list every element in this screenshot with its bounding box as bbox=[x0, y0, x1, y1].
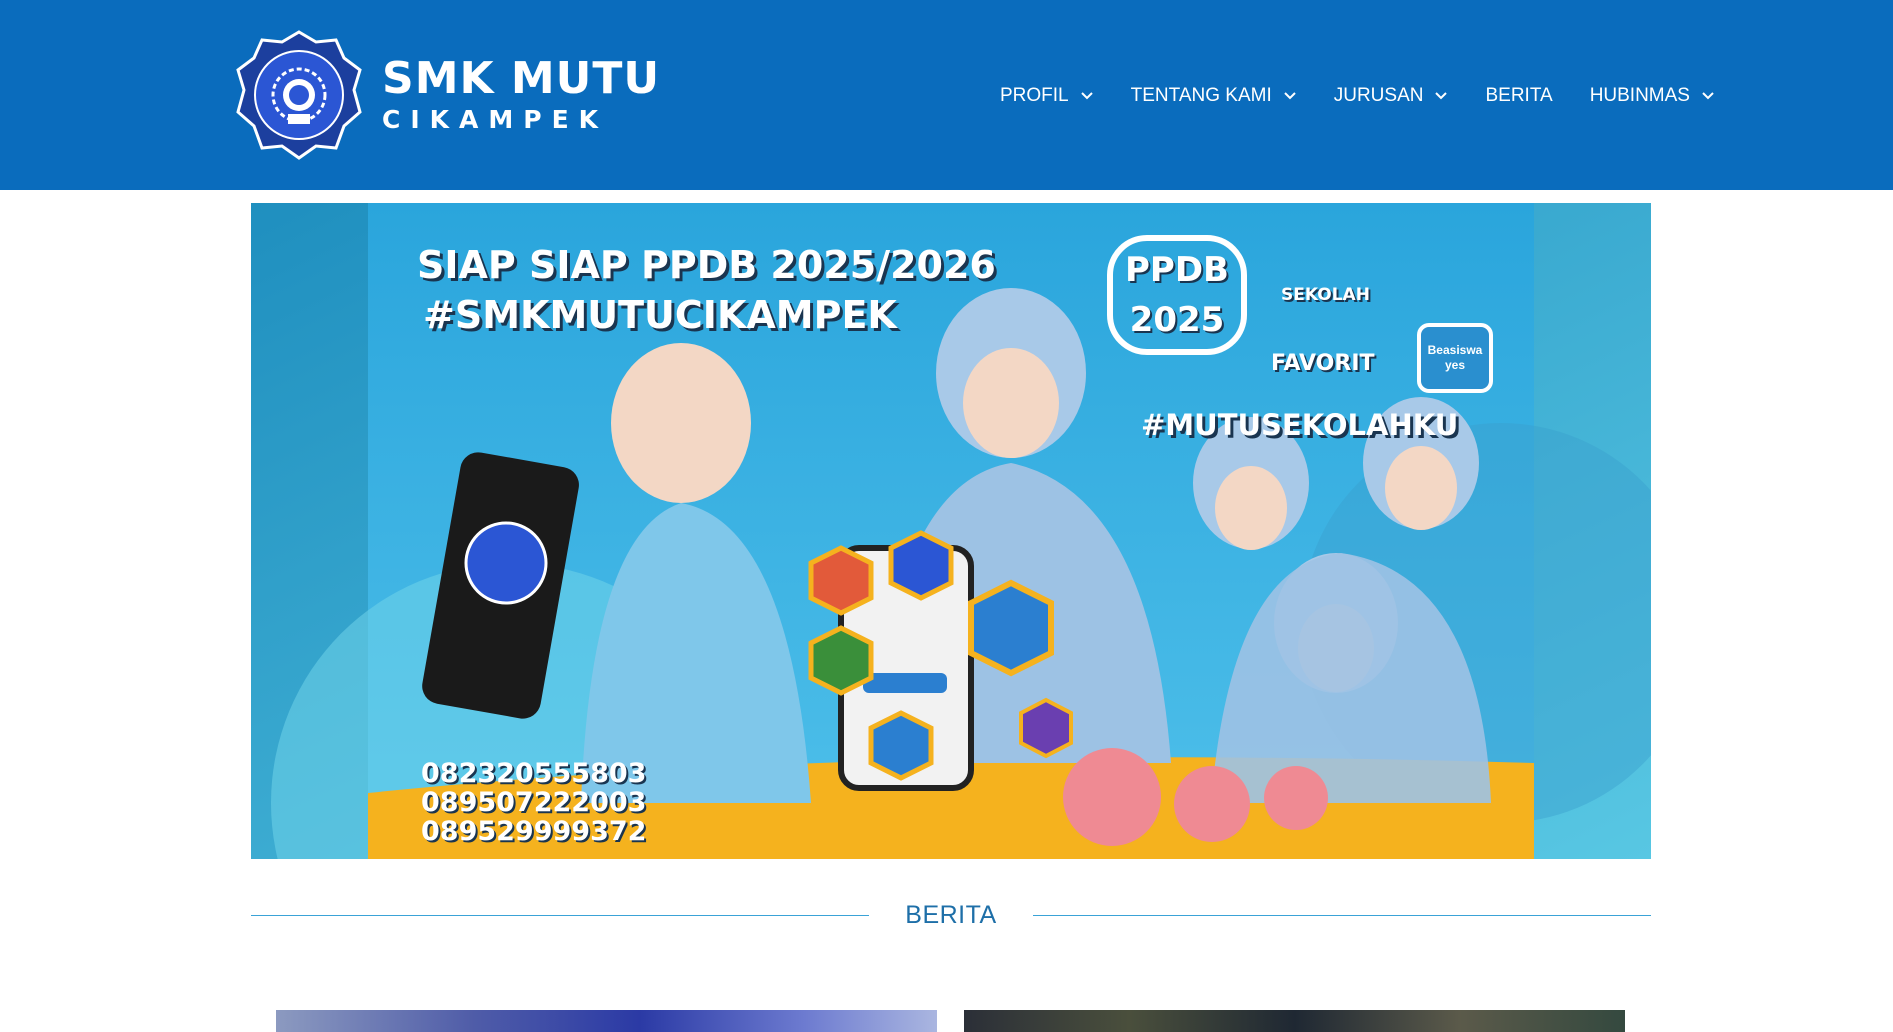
chevron-down-icon bbox=[1080, 92, 1093, 100]
news-thumbnail[interactable] bbox=[964, 1010, 1625, 1032]
main-nav: PROFIL TENTANG KAMI JURUSAN BERITA HUBIN… bbox=[1000, 80, 1715, 112]
chevron-down-icon bbox=[1284, 92, 1296, 100]
slider-dot-1[interactable] bbox=[1063, 748, 1161, 846]
beasiswa-gift-badge: Beasiswa yes bbox=[1417, 323, 1493, 393]
nav-label: PROFIL bbox=[1000, 85, 1069, 106]
news-thumbnail[interactable] bbox=[276, 1010, 937, 1032]
favorit-label: FAVORIT bbox=[1271, 351, 1375, 376]
banner-headline: SIAP SIAP PPDB 2025/2026 bbox=[417, 243, 996, 287]
nav-item-tentang-kami[interactable]: TENTANG KAMI bbox=[1131, 80, 1297, 112]
slider-dot-3[interactable] bbox=[1264, 766, 1328, 830]
chevron-down-icon bbox=[1435, 92, 1448, 100]
hero-slider[interactable]: SIAP SIAP PPDB 2025/2026 #SMKMUTUCIKAMPE… bbox=[251, 203, 1651, 859]
site-logo[interactable]: SMK MUTU CIKAMPEK bbox=[236, 30, 660, 160]
sekolah-label: SEKOLAH bbox=[1281, 285, 1370, 305]
nav-label: HUBINMAS bbox=[1589, 85, 1690, 106]
nav-label: BERITA bbox=[1485, 85, 1553, 106]
phone-number: 089507222003 bbox=[421, 787, 647, 818]
banner-hashtag-secondary: #MUTUSEKOLAHKU bbox=[1141, 408, 1459, 442]
nav-item-berita[interactable]: BERITA bbox=[1485, 80, 1552, 112]
brand-name: SMK MUTU bbox=[382, 53, 661, 104]
divider-left bbox=[251, 914, 870, 916]
berita-section-heading: BERITA bbox=[251, 895, 1652, 935]
nav-item-profil[interactable]: PROFIL bbox=[1000, 80, 1094, 112]
banner-hashtag: #SMKMUTUCIKAMPEK bbox=[423, 293, 897, 337]
phone-number: 082320555803 bbox=[421, 758, 647, 789]
school-emblem-icon bbox=[236, 30, 362, 160]
site-header: SMK MUTU CIKAMPEK PROFIL TENTANG KAMI JU… bbox=[0, 0, 1893, 190]
nav-item-jurusan[interactable]: JURUSAN bbox=[1334, 80, 1449, 112]
slider-dot-2[interactable] bbox=[1174, 766, 1250, 842]
divider-right bbox=[1032, 914, 1652, 916]
chevron-down-icon bbox=[1702, 92, 1714, 100]
brand-location: CIKAMPEK bbox=[382, 105, 609, 134]
nav-item-hubinmas[interactable]: HUBINMAS bbox=[1590, 80, 1715, 112]
phone-number: 089529999372 bbox=[421, 816, 647, 847]
nav-label: TENTANG KAMI bbox=[1130, 85, 1272, 106]
nav-label: JURUSAN bbox=[1333, 85, 1424, 106]
contact-phones: 082320555803 089507222003 089529999372 bbox=[421, 759, 646, 846]
ppdb-badge: PPDB 2025 bbox=[1107, 235, 1247, 355]
section-title: BERITA bbox=[905, 900, 997, 929]
